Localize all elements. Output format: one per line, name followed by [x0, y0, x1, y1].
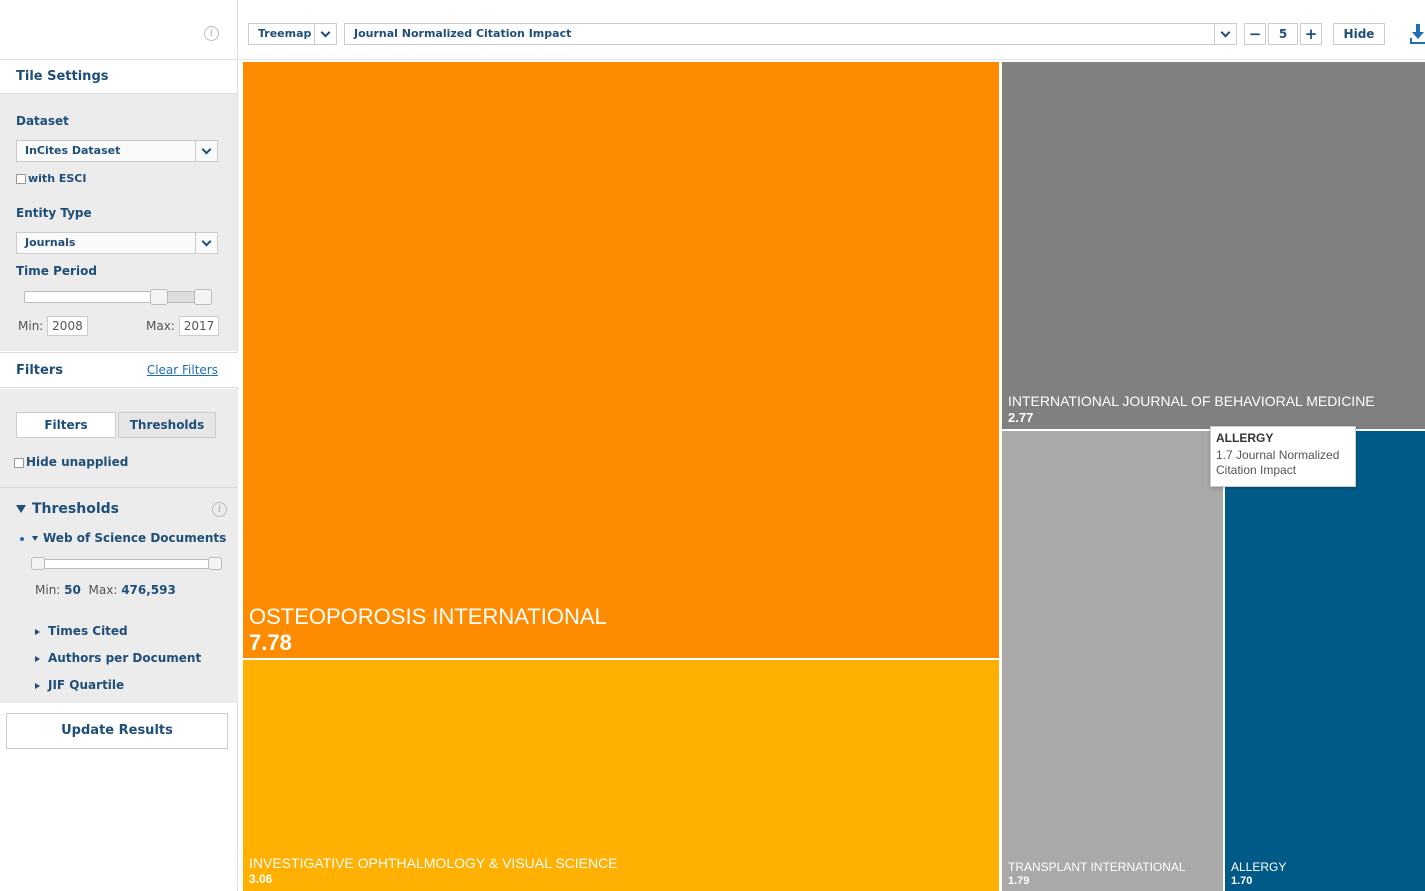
slider-handle-min[interactable] [31, 557, 45, 570]
checkbox-icon [16, 174, 26, 184]
dataset-value: InCites Dataset [25, 144, 121, 157]
treemap-tile-transplant-international[interactable]: TRANSPLANT INTERNATIONAL 1.79 [1002, 431, 1223, 891]
expand-triangle-icon [35, 628, 40, 635]
time-max-label: Max: [146, 319, 175, 333]
expand-triangle-icon [35, 655, 40, 662]
times-cited-toggle[interactable]: Times Cited [35, 624, 128, 638]
toolbar: Treemap Journal Normalized Citation Impa… [239, 0, 1425, 60]
sidebar: i Tile Settings Dataset InCites Dataset … [0, 0, 238, 891]
checkbox-icon [14, 457, 24, 468]
times-cited-label: Times Cited [48, 624, 128, 638]
treemap-tile-osteoporosis-international[interactable]: OSTEOPOROSIS INTERNATIONAL 7.78 [243, 62, 999, 658]
tile-settings-title: Tile Settings [0, 60, 237, 94]
wos-documents-toggle[interactable]: Web of Science Documents [20, 531, 226, 545]
increase-count-button[interactable]: + [1300, 23, 1322, 45]
tooltip-body-line1: 1.7 Journal Normalized [1216, 448, 1340, 462]
thresholds-heading: Thresholds [32, 501, 119, 517]
collapse-triangle-icon [16, 505, 26, 513]
time-period-label: Time Period [16, 264, 97, 278]
hide-unapplied-checkbox[interactable]: Hide unapplied [14, 455, 128, 469]
hide-unapplied-label: Hide unapplied [26, 455, 129, 469]
wos-documents-label: Web of Science Documents [43, 531, 227, 545]
entity-type-select[interactable]: Journals [16, 232, 218, 254]
entity-type-value: Journals [25, 236, 76, 249]
wos-max-value: 476,593 [121, 583, 176, 597]
treemap-tile-investigative-ophthalmology[interactable]: INVESTIGATIVE OPHTHALMOLOGY & VISUAL SCI… [243, 660, 999, 891]
indicator-select[interactable]: Journal Normalized Citation Impact [344, 23, 1237, 45]
tab-filters[interactable]: Filters [16, 412, 116, 438]
tile-value: 2.77 [1008, 410, 1034, 425]
tooltip-title: ALLERGY [1216, 431, 1274, 445]
chevron-down-icon [1214, 24, 1236, 44]
tile-value: 1.70 [1231, 875, 1253, 887]
chevron-down-icon [195, 233, 217, 253]
info-icon[interactable]: i [204, 26, 219, 41]
tile-name: INVESTIGATIVE OPHTHALMOLOGY & VISUAL SCI… [249, 855, 618, 871]
authors-per-document-label: Authors per Document [48, 651, 202, 665]
info-icon[interactable]: i [212, 502, 227, 517]
tile-value: 3.06 [249, 872, 273, 886]
tile-value: 1.79 [1008, 875, 1030, 887]
treemap-tile-allergy[interactable]: ALLERGY 1.70 [1225, 431, 1425, 891]
indicator-value: Journal Normalized Citation Impact [354, 27, 572, 40]
sidebar-header: i [0, 0, 237, 60]
tile-settings-panel: Dataset InCites Dataset with ESCI Entity… [0, 94, 237, 351]
collapse-triangle-icon [32, 536, 38, 541]
treemap-tooltip: ALLERGY 1.7 Journal Normalized Citation … [1210, 426, 1356, 487]
tab-thresholds[interactable]: Thresholds [118, 412, 216, 438]
jif-quartile-label: JIF Quartile [48, 678, 125, 692]
slider-handle-max[interactable] [194, 289, 212, 305]
jif-quartile-toggle[interactable]: JIF Quartile [35, 678, 124, 692]
update-results-button[interactable]: Update Results [6, 713, 228, 749]
divider [0, 487, 238, 488]
filters-label: Filters [16, 363, 63, 378]
wos-documents-slider[interactable] [35, 559, 218, 569]
treemap-tile-international-journal-behavioral-medicine[interactable]: INTERNATIONAL JOURNAL OF BEHAVIORAL MEDI… [1002, 62, 1425, 429]
download-icon[interactable] [1409, 22, 1425, 46]
wos-max-label: Max: [88, 583, 118, 597]
thresholds-toggle[interactable]: Thresholds [16, 501, 119, 517]
time-min-group: Min: 2008 [18, 316, 88, 336]
slider-handle-max[interactable] [208, 557, 222, 570]
with-esci-label: with ESCI [28, 172, 87, 185]
wos-min-value: 50 [64, 583, 81, 597]
viz-type-value: Treemap [258, 27, 312, 40]
time-min-input[interactable]: 2008 [47, 316, 88, 336]
chevron-down-icon [314, 24, 336, 44]
authors-per-document-toggle[interactable]: Authors per Document [35, 651, 201, 665]
tile-name: INTERNATIONAL JOURNAL OF BEHAVIORAL MEDI… [1008, 393, 1375, 409]
with-esci-checkbox[interactable]: with ESCI [16, 172, 86, 185]
wos-range: Min: 50 Max: 476,593 [35, 583, 176, 597]
tile-name: OSTEOPOROSIS INTERNATIONAL [249, 604, 607, 629]
dataset-select[interactable]: InCites Dataset [16, 140, 218, 162]
bullet-icon [20, 536, 24, 541]
time-max-group: Max: 2017 [146, 316, 220, 336]
filters-panel: Filters Thresholds Hide unapplied Thresh… [0, 389, 238, 703]
time-max-input[interactable]: 2017 [178, 316, 220, 336]
tile-name: TRANSPLANT INTERNATIONAL [1008, 860, 1186, 874]
entity-type-label: Entity Type [16, 206, 92, 220]
dataset-label: Dataset [16, 114, 69, 128]
filters-header: Filters Clear Filters [0, 352, 238, 388]
tooltip-body-line2: Citation Impact [1216, 463, 1297, 477]
tile-name: ALLERGY [1231, 860, 1287, 874]
expand-triangle-icon [35, 682, 40, 689]
hide-button[interactable]: Hide [1333, 23, 1385, 45]
decrease-count-button[interactable]: − [1244, 23, 1266, 45]
clear-filters-link[interactable]: Clear Filters [147, 363, 218, 377]
time-period-slider[interactable] [24, 291, 211, 303]
chevron-down-icon [195, 141, 217, 161]
time-min-label: Min: [18, 319, 44, 333]
slider-handle-min[interactable] [150, 289, 168, 305]
viz-type-select[interactable]: Treemap [248, 23, 337, 45]
wos-min-label: Min: [35, 583, 61, 597]
tile-value: 7.78 [249, 630, 292, 655]
count-input[interactable]: 5 [1268, 23, 1298, 45]
